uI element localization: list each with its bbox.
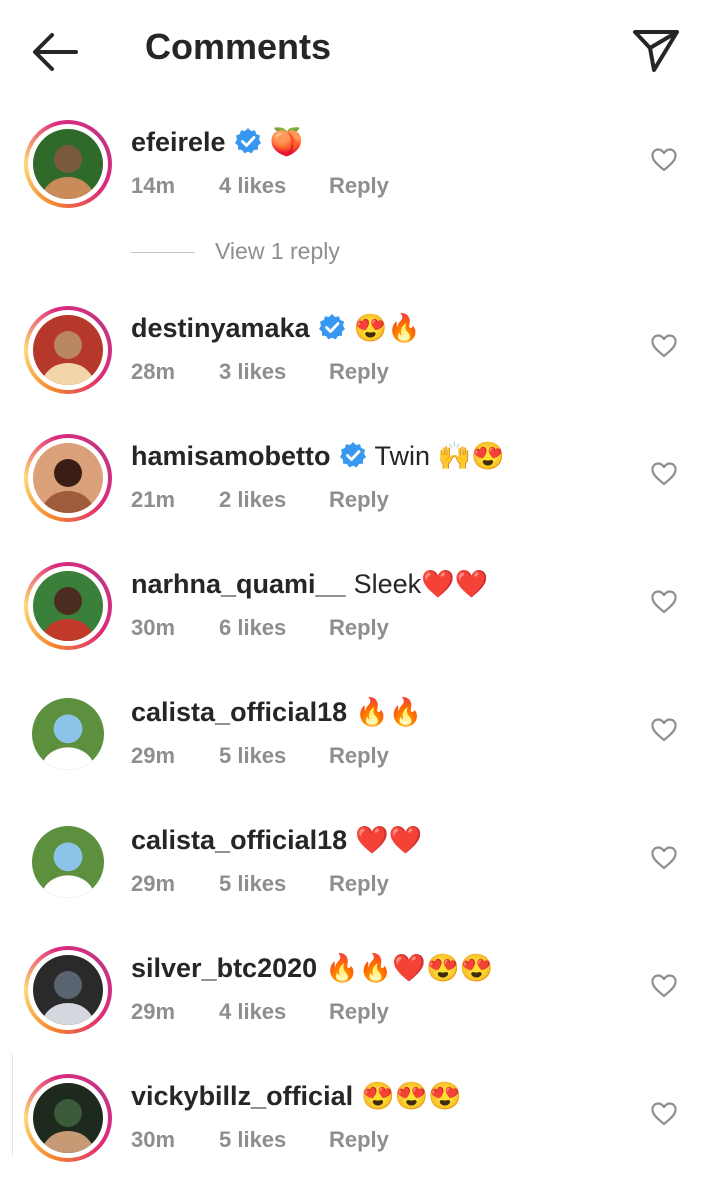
heart-outline-icon[interactable] xyxy=(650,972,678,1000)
reply-button[interactable]: Reply xyxy=(329,999,389,1025)
comment-line: vickybillz_official 😍😍😍 xyxy=(131,1080,462,1112)
comment-meta: 28m 3 likes Reply xyxy=(131,359,389,385)
view-replies-label[interactable]: View 1 reply xyxy=(215,238,340,265)
comment-row: efeirele 🍑 14m 4 likes Reply xyxy=(0,118,720,246)
comment-text: 😍😍😍 xyxy=(361,1081,462,1111)
reply-button[interactable]: Reply xyxy=(329,1127,389,1153)
comment-row: hamisamobetto Twin 🙌😍 21m 2 likes Reply xyxy=(0,432,720,560)
avatar-image xyxy=(33,443,103,513)
reply-button[interactable]: Reply xyxy=(329,359,389,385)
heart-outline-icon[interactable] xyxy=(650,588,678,616)
heart-outline-icon[interactable] xyxy=(650,716,678,744)
reply-divider xyxy=(131,252,195,253)
comment-meta: 29m 5 likes Reply xyxy=(131,743,389,769)
heart-outline-icon[interactable] xyxy=(650,332,678,360)
comment-likes[interactable]: 2 likes xyxy=(219,487,329,513)
avatar-image xyxy=(32,826,104,898)
comment-likes[interactable]: 6 likes xyxy=(219,615,329,641)
username[interactable]: silver_btc2020 xyxy=(131,953,317,983)
username[interactable]: efeirele xyxy=(131,127,226,157)
comment-meta: 29m 4 likes Reply xyxy=(131,999,389,1025)
verified-badge-icon xyxy=(318,314,345,340)
username[interactable]: destinyamaka xyxy=(131,313,310,343)
top-bar: Comments xyxy=(0,0,720,100)
comment-row: narhna_quami__ Sleek❤️❤️ 30m 6 likes Reply xyxy=(0,560,720,688)
comment-likes[interactable]: 5 likes xyxy=(219,1127,329,1153)
comment-row: destinyamaka 😍🔥 28m 3 likes Reply xyxy=(0,304,720,432)
comment-row: calista_official18 ❤️❤️ 29m 5 likes Reply xyxy=(0,816,720,944)
avatar[interactable] xyxy=(24,434,112,522)
reply-button[interactable]: Reply xyxy=(329,487,389,513)
comment-text: 🔥🔥❤️😍😍 xyxy=(325,953,494,983)
comment-likes[interactable]: 5 likes xyxy=(219,871,329,897)
comment-time: 28m xyxy=(131,359,176,384)
comment-row: silver_btc2020 🔥🔥❤️😍😍 29m 4 likes Reply xyxy=(0,944,720,1072)
comment-likes[interactable]: 4 likes xyxy=(219,173,329,199)
comment-row: vickybillz_official 😍😍😍 30m 5 likes Reply xyxy=(0,1072,720,1200)
avatar-image xyxy=(33,1083,103,1153)
avatar[interactable] xyxy=(24,306,112,394)
avatar-image xyxy=(33,955,103,1025)
reply-button[interactable]: Reply xyxy=(329,871,389,897)
send-icon[interactable] xyxy=(630,24,682,76)
heart-outline-icon[interactable] xyxy=(650,1100,678,1128)
avatar[interactable] xyxy=(24,562,112,650)
username[interactable]: calista_official18 xyxy=(131,697,347,727)
comment-row: calista_official18 🔥🔥 29m 5 likes Reply xyxy=(0,688,720,816)
edge-shadow xyxy=(0,1050,13,1156)
avatar[interactable] xyxy=(24,690,112,778)
username[interactable]: vickybillz_official xyxy=(131,1081,353,1111)
comment-time: 29m xyxy=(131,743,176,768)
comment-meta: 30m 6 likes Reply xyxy=(131,615,389,641)
avatar-image xyxy=(32,698,104,770)
heart-outline-icon[interactable] xyxy=(650,844,678,872)
reply-button[interactable]: Reply xyxy=(329,743,389,769)
comment-meta: 14m 4 likes Reply xyxy=(131,173,389,199)
comment-line: silver_btc2020 🔥🔥❤️😍😍 xyxy=(131,952,493,984)
comment-time: 29m xyxy=(131,871,176,896)
avatar[interactable] xyxy=(24,120,112,208)
verified-badge-icon xyxy=(339,442,366,468)
back-arrow-icon[interactable] xyxy=(30,30,80,74)
heart-outline-icon[interactable] xyxy=(650,146,678,174)
avatar-image xyxy=(33,129,103,199)
comment-time: 29m xyxy=(131,999,176,1024)
username[interactable]: calista_official18 xyxy=(131,825,347,855)
avatar[interactable] xyxy=(24,1074,112,1162)
username[interactable]: narhna_quami__ xyxy=(131,569,346,599)
comment-meta: 29m 5 likes Reply xyxy=(131,871,389,897)
comment-likes[interactable]: 3 likes xyxy=(219,359,329,385)
comment-likes[interactable]: 5 likes xyxy=(219,743,329,769)
reply-button[interactable]: Reply xyxy=(329,615,389,641)
comment-text: Twin 🙌😍 xyxy=(374,441,505,471)
comment-time: 21m xyxy=(131,487,176,512)
comment-meta: 21m 2 likes Reply xyxy=(131,487,389,513)
heart-outline-icon[interactable] xyxy=(650,460,678,488)
comment-line: narhna_quami__ Sleek❤️❤️ xyxy=(131,568,488,600)
comment-text: ❤️❤️ xyxy=(355,825,423,855)
avatar-image xyxy=(33,571,103,641)
comment-line: calista_official18 ❤️❤️ xyxy=(131,824,422,856)
reply-button[interactable]: Reply xyxy=(329,173,389,199)
avatar[interactable] xyxy=(24,818,112,906)
verified-badge-icon xyxy=(234,128,261,154)
page-title: Comments xyxy=(145,26,332,67)
comment-line: efeirele 🍑 xyxy=(131,126,303,158)
comment-time: 14m xyxy=(131,173,176,198)
comment-line: calista_official18 🔥🔥 xyxy=(131,696,422,728)
comment-likes[interactable]: 4 likes xyxy=(219,999,329,1025)
comment-line: hamisamobetto Twin 🙌😍 xyxy=(131,440,505,472)
comment-text: Sleek❤️❤️ xyxy=(353,569,489,599)
comment-time: 30m xyxy=(131,615,176,640)
username[interactable]: hamisamobetto xyxy=(131,441,331,471)
comment-text: 🔥🔥 xyxy=(355,697,423,727)
comment-meta: 30m 5 likes Reply xyxy=(131,1127,389,1153)
avatar-image xyxy=(33,315,103,385)
comment-text: 🍑 xyxy=(269,127,304,157)
avatar[interactable] xyxy=(24,946,112,1034)
comment-time: 30m xyxy=(131,1127,176,1152)
comment-text: 😍🔥 xyxy=(353,313,421,343)
comment-line: destinyamaka 😍🔥 xyxy=(131,312,421,344)
